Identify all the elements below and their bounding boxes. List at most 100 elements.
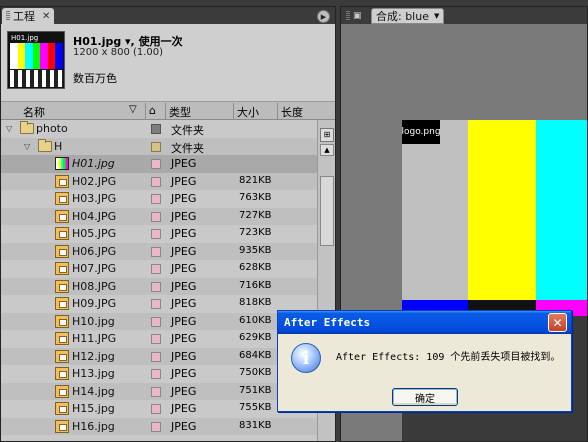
list-item[interactable]: H14.jpg JPEG 751KB — [1, 382, 317, 400]
flowchart-icon[interactable]: ⊞ — [320, 128, 334, 142]
item-size: 821KB — [239, 174, 272, 186]
tab-composition[interactable]: 合成: blue ▼ — [371, 8, 445, 24]
item-name: H13.jpg — [72, 367, 115, 380]
item-name: H15.jpg — [72, 402, 115, 415]
item-type: JPEG — [171, 174, 197, 188]
item-size: 723KB — [239, 227, 272, 238]
tab-project-label: 工程 — [13, 10, 35, 23]
image-file-icon — [55, 402, 69, 415]
item-name: H16.jpg — [72, 419, 115, 433]
tab-project[interactable]: 工程 ✕ — [2, 8, 55, 24]
label-swatch[interactable] — [151, 421, 161, 432]
panel-menu-button[interactable]: ▶ — [317, 10, 330, 23]
label-tag-icon[interactable]: ⌂ — [149, 104, 156, 117]
list-item[interactable]: H13.jpg JPEG 750KB — [1, 365, 317, 383]
comp-lock-icon[interactable]: ▣ — [344, 8, 364, 24]
item-size: 727KB — [239, 209, 272, 221]
image-file-icon — [55, 157, 69, 170]
list-item[interactable]: H10.jpg JPEG 610KB — [1, 312, 317, 330]
list-item[interactable]: ▽ H 文件夹 — [1, 137, 317, 155]
ok-button[interactable]: 确定 — [392, 388, 458, 406]
label-swatch[interactable] — [151, 386, 161, 397]
dialog-title: After Effects — [284, 316, 371, 329]
list-item[interactable]: H01.jpg JPEG — [1, 155, 317, 173]
image-file-icon — [55, 262, 69, 275]
sort-chevron-icon[interactable]: ▽ — [129, 104, 137, 115]
preview-color-depth: 数百万色 — [73, 72, 117, 85]
item-name: H11.JPG — [72, 332, 117, 345]
item-name: H07.JPG — [72, 262, 117, 275]
label-swatch[interactable] — [151, 281, 161, 292]
label-swatch[interactable] — [151, 159, 161, 169]
image-file-icon — [55, 314, 69, 328]
dialog-titlebar[interactable]: After Effects ✕ — [278, 311, 571, 334]
label-swatch[interactable] — [151, 316, 161, 327]
scroll-thumb[interactable] — [320, 176, 334, 246]
expand-chevron-icon[interactable]: ▽ — [6, 124, 12, 133]
column-header: 名称 ▽ ⌂ 类型 大小 长度 — [1, 101, 335, 120]
logo-layer[interactable]: logo.png — [401, 120, 441, 144]
label-swatch[interactable] — [151, 369, 161, 379]
close-icon[interactable]: ✕ — [548, 313, 567, 332]
label-swatch[interactable] — [151, 141, 161, 152]
item-name: H01.jpg — [72, 157, 115, 170]
label-swatch[interactable] — [151, 334, 161, 344]
list-item[interactable]: H11.JPG JPEG 629KB — [1, 330, 317, 348]
item-type: JPEG — [171, 349, 197, 363]
image-file-icon — [55, 367, 69, 380]
list-item[interactable]: H06.JPG JPEG 935KB — [1, 242, 317, 260]
list-item[interactable]: H02.JPG JPEG 821KB — [1, 172, 317, 190]
close-icon[interactable]: ✕ — [42, 11, 50, 22]
label-swatch[interactable] — [151, 299, 161, 309]
list-item[interactable]: H04.JPG JPEG 727KB — [1, 207, 317, 225]
item-type: JPEG — [171, 332, 197, 345]
column-type[interactable]: 类型 — [169, 104, 191, 120]
folder-icon — [20, 121, 34, 134]
list-item[interactable]: H08.JPG JPEG 716KB — [1, 277, 317, 295]
list-item[interactable]: H07.JPG JPEG 628KB — [1, 260, 317, 278]
item-name: H09.JPG — [72, 297, 117, 310]
label-swatch[interactable] — [151, 404, 161, 414]
label-swatch[interactable] — [151, 351, 161, 362]
expand-chevron-icon[interactable]: ▽ — [24, 142, 30, 151]
item-name: H02.JPG — [72, 174, 117, 188]
list-item[interactable]: H05.JPG JPEG 723KB — [1, 225, 317, 243]
list-item[interactable]: H16.jpg JPEG 831KB — [1, 417, 317, 435]
thumbnail-color-bars — [10, 43, 64, 69]
item-name: H12.jpg — [72, 349, 115, 363]
label-swatch[interactable] — [151, 124, 161, 134]
list-item[interactable]: H15.jpg JPEG 755KB — [1, 400, 317, 418]
comp-tab-strip: ▣ 合成: blue ▼ — [341, 7, 587, 24]
item-type: JPEG — [171, 227, 197, 240]
image-file-icon — [55, 174, 69, 188]
list-item[interactable]: H03.JPG JPEG 763KB — [1, 190, 317, 208]
item-size: 628KB — [239, 262, 272, 273]
label-swatch[interactable] — [151, 194, 161, 204]
item-type: JPEG — [171, 367, 197, 380]
label-swatch[interactable] — [151, 229, 161, 239]
message-dialog: After Effects ✕ i After Effects: 109 个先前… — [277, 310, 572, 412]
list-item[interactable]: ▽ photo 文件夹 — [1, 120, 317, 138]
label-swatch[interactable] — [151, 264, 161, 274]
label-swatch[interactable] — [151, 246, 161, 257]
image-file-icon — [55, 192, 69, 205]
chevron-down-icon[interactable]: ▼ — [434, 12, 439, 20]
item-type: JPEG — [171, 209, 197, 223]
list-item[interactable]: H09.JPG JPEG 818KB — [1, 295, 317, 313]
item-size: 629KB — [239, 332, 272, 343]
item-size: 684KB — [239, 349, 272, 361]
grip-icon — [346, 11, 350, 21]
item-size: 751KB — [239, 384, 272, 396]
item-type: JPEG — [171, 244, 197, 258]
image-file-icon — [55, 349, 69, 363]
column-size[interactable]: 大小 — [237, 104, 259, 120]
item-preview: H01.jpg H01.jpg ▾, 使用一次 1200 x 800 (1.00… — [1, 24, 335, 101]
list-item[interactable]: H12.jpg JPEG 684KB — [1, 347, 317, 365]
image-file-icon — [55, 297, 69, 310]
column-name[interactable]: 名称 — [23, 104, 45, 120]
column-duration[interactable]: 长度 — [281, 104, 303, 120]
scroll-up-arrow-icon[interactable]: ▲ — [320, 144, 334, 156]
item-size: 818KB — [239, 297, 272, 308]
label-swatch[interactable] — [151, 211, 161, 222]
label-swatch[interactable] — [151, 176, 161, 187]
